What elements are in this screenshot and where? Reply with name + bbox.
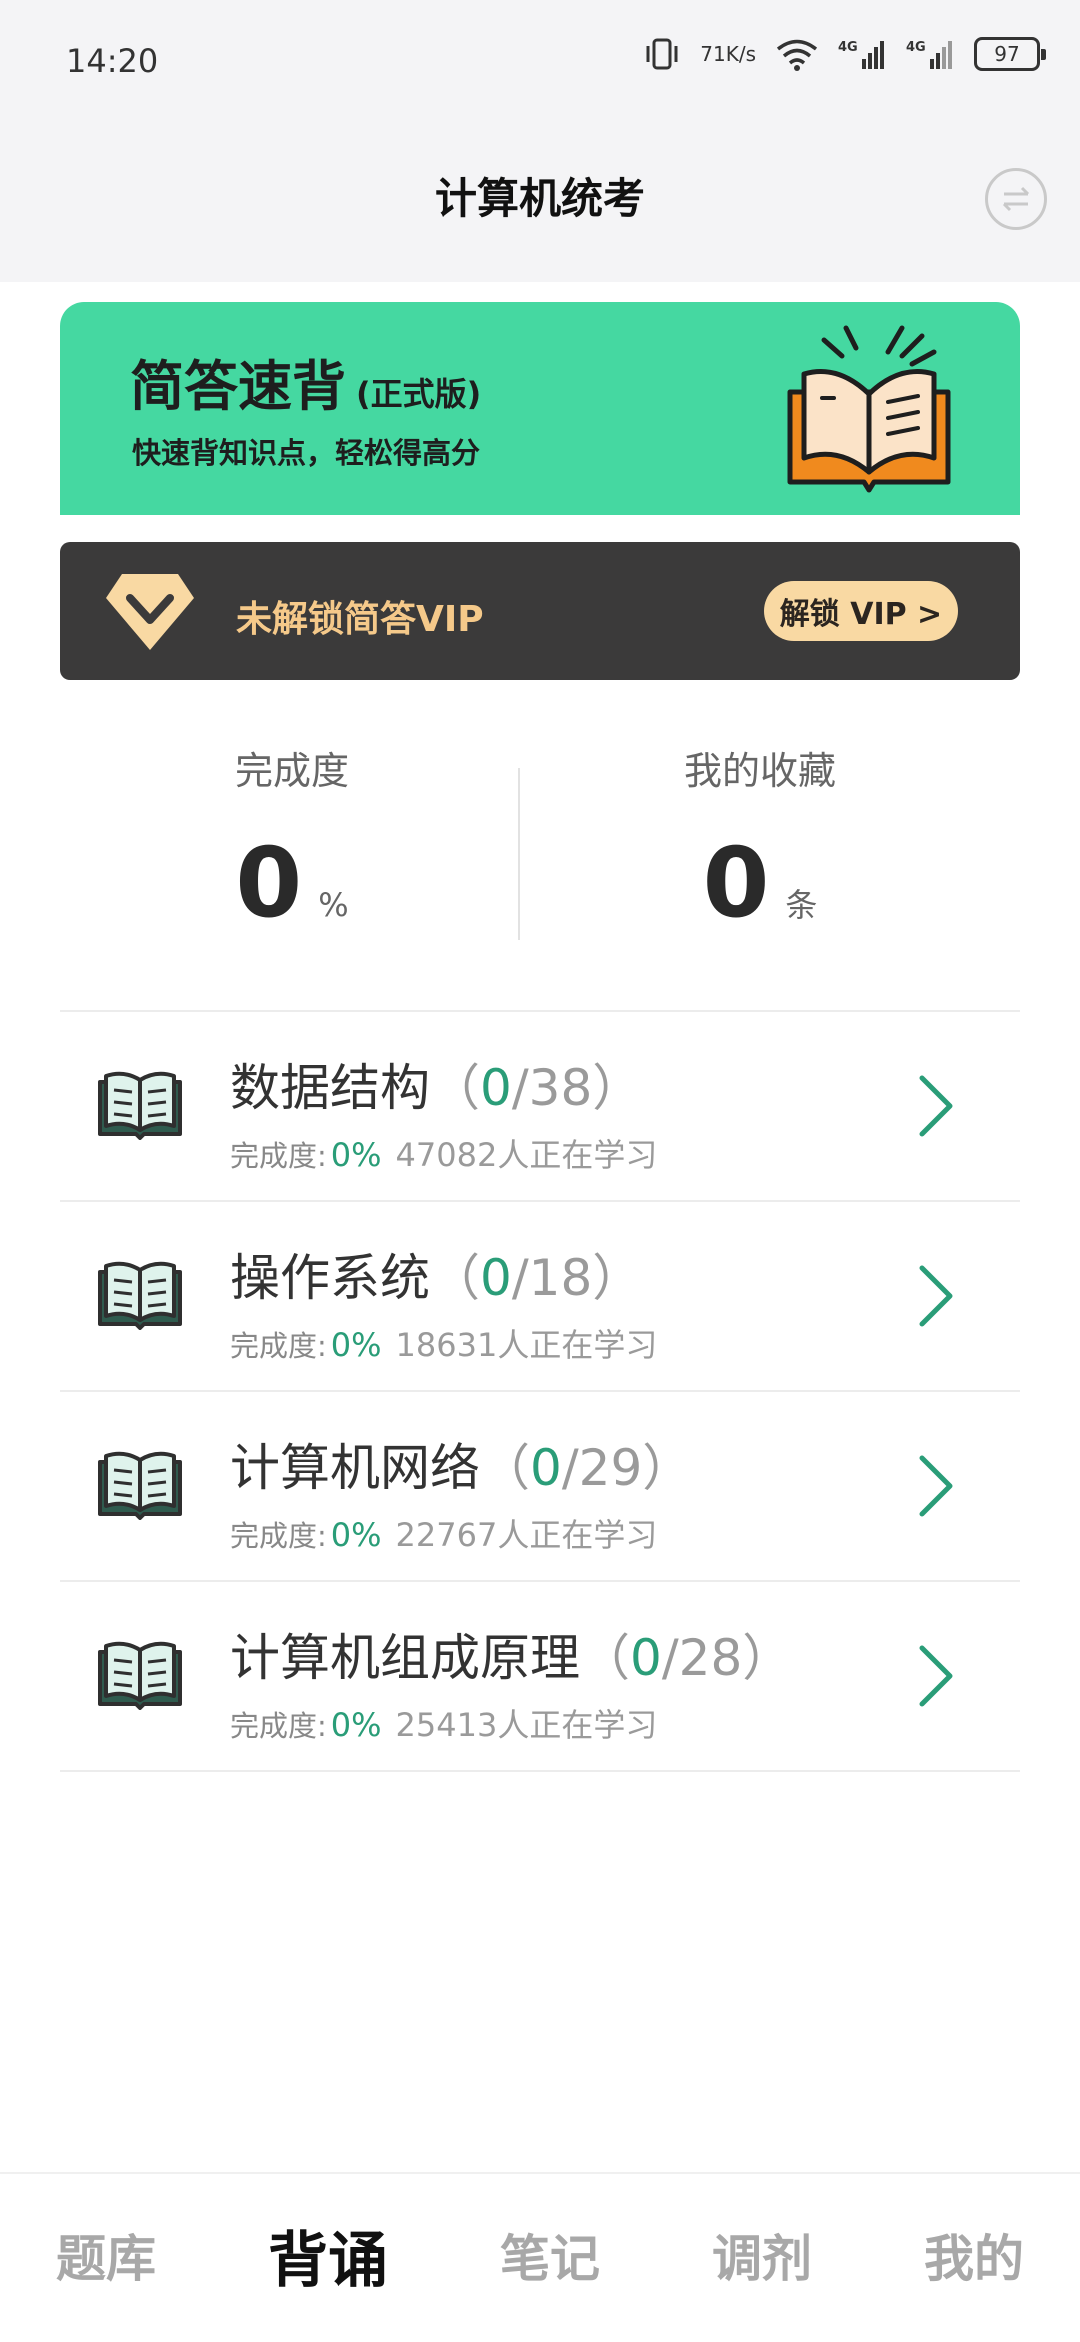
nav-item-label: 题库 [56, 2230, 156, 2288]
favorites-label: 我的收藏 [683, 749, 836, 793]
subject-count: （0/38） [430, 1059, 643, 1117]
page-title: 计算机统考 [434, 174, 645, 223]
progress-label: 完成度: [230, 1709, 327, 1743]
bottom-nav: 题库 背诵 笔记 调剂 我的 [0, 2172, 1080, 2342]
wifi-icon [774, 36, 820, 72]
favorites-stat[interactable]: 我的收藏 0 条 [520, 740, 1000, 931]
nav-item-label: 我的 [924, 2230, 1024, 2288]
quick-recite-banner[interactable]: 简答速背 (正式版) 快速背知识点，轻松得高分 [60, 302, 1020, 515]
learners-count: 25413人正在学习 [395, 1706, 658, 1744]
banner-edition: (正式版) [356, 375, 482, 413]
subject-count: （0/29） [480, 1439, 693, 1497]
signal-4g-icon: 4G [838, 37, 888, 71]
open-book-icon [787, 325, 951, 493]
subject-name: 计算机组成原理 [230, 1629, 580, 1687]
chevron-right-icon [919, 1075, 953, 1137]
diamond-icon [106, 574, 194, 650]
subject-title: 数据结构（0/38） [230, 1048, 642, 1120]
subject-meta: 完成度: 0% 18631人正在学习 [230, 1320, 657, 1366]
progress-value: 0% [330, 1326, 382, 1364]
vibrate-icon [642, 37, 682, 71]
favorites-unit: 条 [785, 886, 818, 924]
nav-item-1[interactable]: 题库 [56, 2219, 156, 2297]
subject-list: 数据结构（0/38） 完成度: 0% 47082人正在学习 操作系统（0/18） 完… [60, 1010, 1020, 1772]
nav-item-label: 笔记 [500, 2230, 600, 2288]
svg-text:4G: 4G [838, 40, 858, 55]
completion-label: 完成度 [234, 749, 349, 793]
completion-stat: 完成度 0 % [52, 740, 532, 931]
nav-item-2[interactable]: 背诵 [264, 2212, 392, 2305]
stats-panel: 完成度 0 % 我的收藏 0 条 [60, 740, 1020, 970]
learners-count: 22767人正在学习 [395, 1516, 658, 1554]
progress-label: 完成度: [230, 1139, 327, 1173]
chevron-right-icon [919, 1265, 953, 1327]
subject-meta: 完成度: 0% 25413人正在学习 [230, 1700, 657, 1746]
subject-row-3[interactable]: 计算机网络（0/29） 完成度: 0% 22767人正在学习 [60, 1390, 1020, 1580]
subject-meta: 完成度: 0% 22767人正在学习 [230, 1510, 657, 1556]
progress-value: 0% [330, 1706, 382, 1744]
signal-4g-icon: 4G [906, 37, 956, 71]
status-bar: 14:20 71 K/s 4G 4G 97 [0, 0, 1080, 125]
progress-label: 完成度: [230, 1329, 327, 1363]
subject-name: 操作系统 [230, 1249, 430, 1307]
chevron-right-icon [919, 1645, 953, 1707]
subject-meta: 完成度: 0% 47082人正在学习 [230, 1130, 657, 1176]
subject-row-1[interactable]: 数据结构（0/38） 完成度: 0% 47082人正在学习 [60, 1010, 1020, 1200]
subject-title: 计算机网络（0/29） [230, 1428, 692, 1500]
vip-bar[interactable]: 未解锁简答VIP 解锁 VIP > [60, 542, 1020, 680]
subject-row-2[interactable]: 操作系统（0/18） 完成度: 0% 18631人正在学习 [60, 1200, 1020, 1390]
banner-subtitle: 快速背知识点，轻松得高分 [132, 436, 481, 470]
book-icon [98, 1641, 182, 1710]
banner-title: 简答速背 (正式版) [130, 342, 481, 421]
subject-title: 计算机组成原理（0/28） [230, 1618, 792, 1690]
status-icons: 71 K/s 4G 4G 97 [642, 36, 1046, 72]
book-icon [98, 1261, 182, 1330]
progress-value: 0% [330, 1516, 382, 1554]
chevron-right-icon [919, 1455, 953, 1517]
progress-label: 完成度: [230, 1519, 327, 1553]
subject-count: （0/28） [580, 1629, 793, 1687]
status-time: 14:20 [66, 42, 159, 80]
subject-name: 数据结构 [230, 1059, 430, 1117]
net-speed-unit: K/s [725, 42, 756, 66]
net-speed-value: 71 [700, 42, 726, 66]
book-icon [98, 1071, 182, 1140]
svg-text:4G: 4G [906, 40, 926, 55]
swap-arrows-icon[interactable] [985, 168, 1047, 230]
net-speed: 71 K/s [700, 44, 756, 64]
nav-item-3[interactable]: 笔记 [500, 2219, 600, 2297]
learners-count: 18631人正在学习 [395, 1326, 658, 1364]
completion-unit: % [318, 886, 349, 924]
completion-value: 0 [235, 827, 303, 939]
subject-count: （0/18） [430, 1249, 643, 1307]
nav-item-label: 背诵 [268, 2225, 388, 2296]
nav-item-4[interactable]: 调剂 [712, 2219, 812, 2297]
subject-title: 操作系统（0/18） [230, 1238, 642, 1310]
battery-icon: 97 [974, 37, 1046, 71]
unlock-vip-button[interactable]: 解锁 VIP > [764, 581, 958, 641]
nav-item-5[interactable]: 我的 [924, 2219, 1024, 2297]
top-area: 14:20 71 K/s 4G 4G 97 计算机统考 [0, 0, 1080, 282]
subject-row-4[interactable]: 计算机组成原理（0/28） 完成度: 0% 25413人正在学习 [60, 1580, 1020, 1772]
favorites-value: 0 [702, 827, 770, 939]
learners-count: 47082人正在学习 [395, 1136, 658, 1174]
subject-name: 计算机网络 [230, 1439, 480, 1497]
vip-status-text: 未解锁简答VIP [236, 599, 484, 640]
book-icon [98, 1451, 182, 1520]
banner-title-text: 简答速背 [130, 355, 346, 418]
nav-item-label: 调剂 [712, 2230, 812, 2288]
progress-value: 0% [330, 1136, 382, 1174]
